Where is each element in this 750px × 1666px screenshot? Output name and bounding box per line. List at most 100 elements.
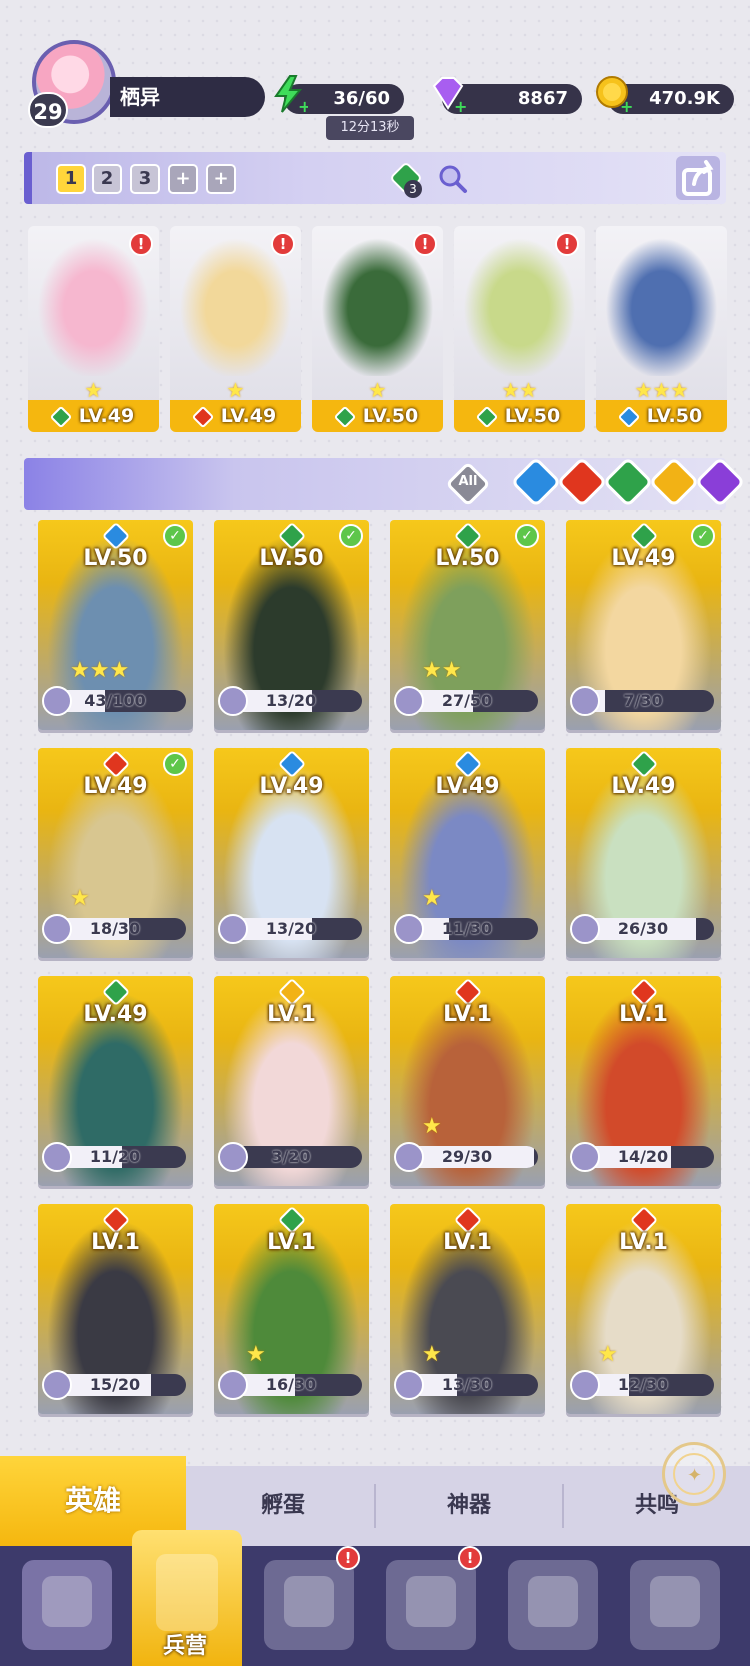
hero-stars: ★	[226, 378, 245, 402]
hero-card[interactable]: ✓ LV.49 7/30	[566, 520, 721, 730]
filter-all-button[interactable]: All	[445, 461, 491, 507]
hero-level: LV.49	[170, 400, 301, 432]
hero-level: LV.50	[596, 400, 727, 432]
shard-icon	[394, 914, 424, 944]
shard-icon	[570, 1370, 600, 1400]
hero-level-text: LV.49	[220, 405, 277, 427]
nav-mushroom[interactable]	[508, 1560, 598, 1650]
alert-badge: !	[555, 232, 579, 256]
hero-card[interactable]: ✓ LV.50 ★★★ 43/100	[38, 520, 193, 730]
tab-artifacts[interactable]: 神器	[376, 1466, 562, 1546]
nav-banner[interactable]	[630, 1560, 720, 1650]
hero-stars: ★	[422, 1342, 442, 1367]
alert-badge: !	[129, 232, 153, 256]
cards-icon	[41, 1576, 93, 1627]
gem-counter[interactable]: + 8867	[432, 77, 582, 114]
nav-shrine[interactable]: !	[386, 1546, 482, 1650]
book-icon	[283, 1576, 335, 1627]
hero-level: LV.49	[259, 774, 324, 799]
hero-card[interactable]: LV.49 13/20	[214, 748, 369, 958]
hero-stars: ★★★	[634, 378, 689, 402]
element-token[interactable]: 3	[388, 160, 426, 198]
sparkle-icon: ✦	[673, 1453, 715, 1495]
player-name: 栖异	[110, 77, 265, 117]
team-hero-card[interactable]: ★★ LV.50!	[454, 226, 585, 432]
hero-card[interactable]: LV.1 ★ 12/30	[566, 1204, 721, 1414]
shard-icon	[218, 1142, 248, 1172]
team-hero-card[interactable]: ★ LV.50!	[312, 226, 443, 432]
hero-card[interactable]: ✓ LV.49 ★ 18/30	[38, 748, 193, 958]
team-slot-add-2[interactable]: +	[206, 164, 236, 194]
hero-level: LV.50	[259, 546, 324, 571]
team-slot-1[interactable]: 1	[56, 164, 86, 194]
hero-level: LV.1	[267, 1230, 316, 1255]
hero-stars: ★	[70, 886, 90, 911]
shard-icon	[394, 686, 424, 716]
energy-counter[interactable]: + 36/60	[274, 75, 404, 114]
hero-level: LV.49	[83, 1002, 148, 1027]
energy-timer: 12分13秒	[326, 116, 414, 140]
hero-level: LV.50	[454, 400, 585, 432]
hero-card[interactable]: LV.49 26/30	[566, 748, 721, 958]
player-level-badge: 29	[28, 92, 68, 128]
wind-element-icon	[475, 405, 499, 428]
shard-icon	[570, 914, 600, 944]
gold-counter[interactable]: + 470.9K	[596, 76, 734, 114]
hero-stars: ★★	[501, 378, 538, 402]
shard-icon	[218, 686, 248, 716]
hero-card[interactable]: ✓ LV.50 ★★ 27/50	[390, 520, 545, 730]
hero-card[interactable]: LV.1 ★ 16/30	[214, 1204, 369, 1414]
hero-level-text: LV.50	[504, 405, 561, 427]
barracks-icon	[156, 1554, 218, 1631]
share-button[interactable]	[676, 156, 720, 200]
hero-level: LV.49	[611, 774, 676, 799]
hero-card[interactable]: LV.1 3/20	[214, 976, 369, 1186]
nav-cards[interactable]	[22, 1560, 112, 1650]
hero-card[interactable]: LV.49 11/20	[38, 976, 193, 1186]
deployed-check-icon: ✓	[163, 752, 187, 776]
hero-level-text: LV.50	[362, 405, 419, 427]
energy-icon: +	[274, 75, 308, 114]
hero-level: LV.1	[619, 1002, 668, 1027]
team-slot-3[interactable]: 3	[130, 164, 160, 194]
hero-card[interactable]: LV.1 ★ 13/30	[390, 1204, 545, 1414]
wind-element-icon	[333, 405, 357, 428]
shrine-icon	[405, 1576, 457, 1627]
mushroom-icon	[527, 1576, 579, 1627]
hero-stars: ★	[598, 1342, 618, 1367]
hero-stars: ★★	[422, 658, 462, 683]
team-slot-2[interactable]: 2	[92, 164, 122, 194]
deployed-check-icon: ✓	[691, 524, 715, 548]
hero-level-text: LV.50	[646, 405, 703, 427]
filter-all-label: All	[458, 474, 478, 489]
team-hero-card[interactable]: ★ LV.49!	[28, 226, 159, 432]
hero-card[interactable]: LV.1 15/20	[38, 1204, 193, 1414]
nav-book[interactable]: !	[264, 1546, 360, 1650]
banner-icon	[649, 1576, 701, 1627]
gem-icon: +	[432, 77, 466, 114]
hero-level: LV.1	[619, 1230, 668, 1255]
hero-card[interactable]: LV.1 14/20	[566, 976, 721, 1186]
hero-card[interactable]: LV.49 ★ 11/30	[390, 748, 545, 958]
hero-card[interactable]: ✓ LV.50 13/20	[214, 520, 369, 730]
hero-card[interactable]: LV.1 ★ 29/30	[390, 976, 545, 1186]
shard-icon	[218, 1370, 248, 1400]
deployed-check-icon: ✓	[339, 524, 363, 548]
share-icon	[682, 160, 714, 196]
search-icon[interactable]	[438, 164, 468, 194]
team-hero-card[interactable]: ★ LV.49!	[170, 226, 301, 432]
gem-value: 8867	[517, 88, 568, 109]
shard-icon	[42, 914, 72, 944]
floating-assist-button[interactable]: ✦	[662, 1442, 726, 1506]
team-slot-add-1[interactable]: +	[168, 164, 198, 194]
player-avatar[interactable]: 29	[28, 40, 118, 130]
fire-element-icon	[191, 405, 215, 428]
hero-level-text: LV.49	[78, 405, 135, 427]
hero-level: LV.1	[443, 1002, 492, 1027]
water-element-icon	[617, 405, 641, 428]
team-hero-card[interactable]: ★★★ LV.50	[596, 226, 727, 432]
shard-icon	[570, 686, 600, 716]
alert-badge: !	[336, 1546, 360, 1570]
shard-icon	[218, 914, 248, 944]
hero-portrait	[596, 226, 727, 376]
